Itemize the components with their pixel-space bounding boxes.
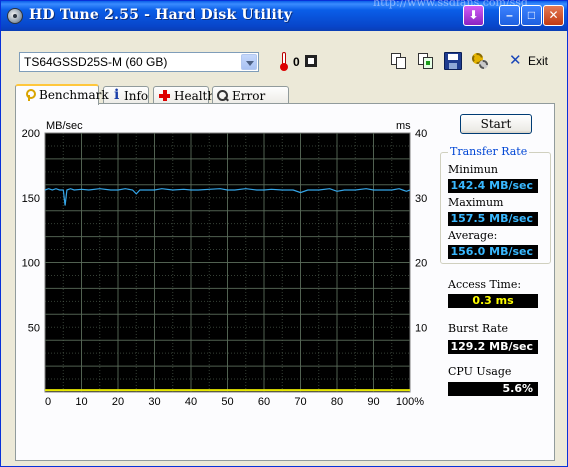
access-time-value: 0.3 ms	[448, 294, 538, 308]
cpu-usage-label: CPU Usage	[448, 365, 512, 378]
maximum-label: Maximum	[448, 196, 504, 209]
x-tick-label: 40	[185, 396, 197, 408]
x-tick-label: 10	[75, 396, 87, 408]
burst-rate-label: Burst Rate	[448, 322, 509, 335]
minimum-value: 142.4 MB/sec	[448, 179, 538, 193]
x-tick-label: 70	[294, 396, 306, 408]
x-tick-label: 90	[367, 396, 379, 408]
y2-tick-label: 40	[415, 128, 427, 140]
y2-tick-label: 30	[415, 193, 427, 205]
transfer-rate-title: Transfer Rate	[448, 145, 530, 158]
average-value: 156.0 MB/sec	[448, 245, 538, 259]
y-tick-label: 150	[22, 193, 40, 205]
tab-benchmark[interactable]: Benchmark	[15, 84, 109, 105]
average-label: Average:	[448, 229, 498, 242]
x-tick-label: 80	[331, 396, 343, 408]
cpu-usage-value: 5.6%	[448, 382, 538, 396]
y2-tick-label: 20	[415, 258, 427, 270]
x-tick-label: 60	[258, 396, 270, 408]
x-tick-label: 30	[148, 396, 160, 408]
y-tick-label: 50	[28, 322, 40, 334]
burst-rate-value: 129.2 MB/sec	[448, 340, 538, 354]
x-tick-label: 50	[221, 396, 233, 408]
app-window: HD Tune 2.55 - Hard Disk Utility http://…	[0, 0, 568, 467]
start-button[interactable]: Start	[460, 114, 532, 134]
maximum-value: 157.5 MB/sec	[448, 212, 538, 226]
access-time-label: Access Time:	[448, 278, 522, 291]
y2-axis-label: ms	[396, 120, 411, 132]
x-tick-label: 100%	[396, 396, 424, 408]
y-axis-label: MB/sec	[46, 120, 83, 132]
y-tick-label: 100	[22, 258, 40, 270]
x-tick-label: 20	[112, 396, 124, 408]
y2-tick-label: 10	[415, 322, 427, 334]
benchmark-icon	[25, 89, 36, 101]
y-tick-label: 200	[22, 128, 40, 140]
x-tick-label: 0	[45, 396, 51, 408]
minimum-label: Minimun	[448, 163, 498, 176]
tab-benchmark-label: Benchmark	[39, 88, 109, 102]
